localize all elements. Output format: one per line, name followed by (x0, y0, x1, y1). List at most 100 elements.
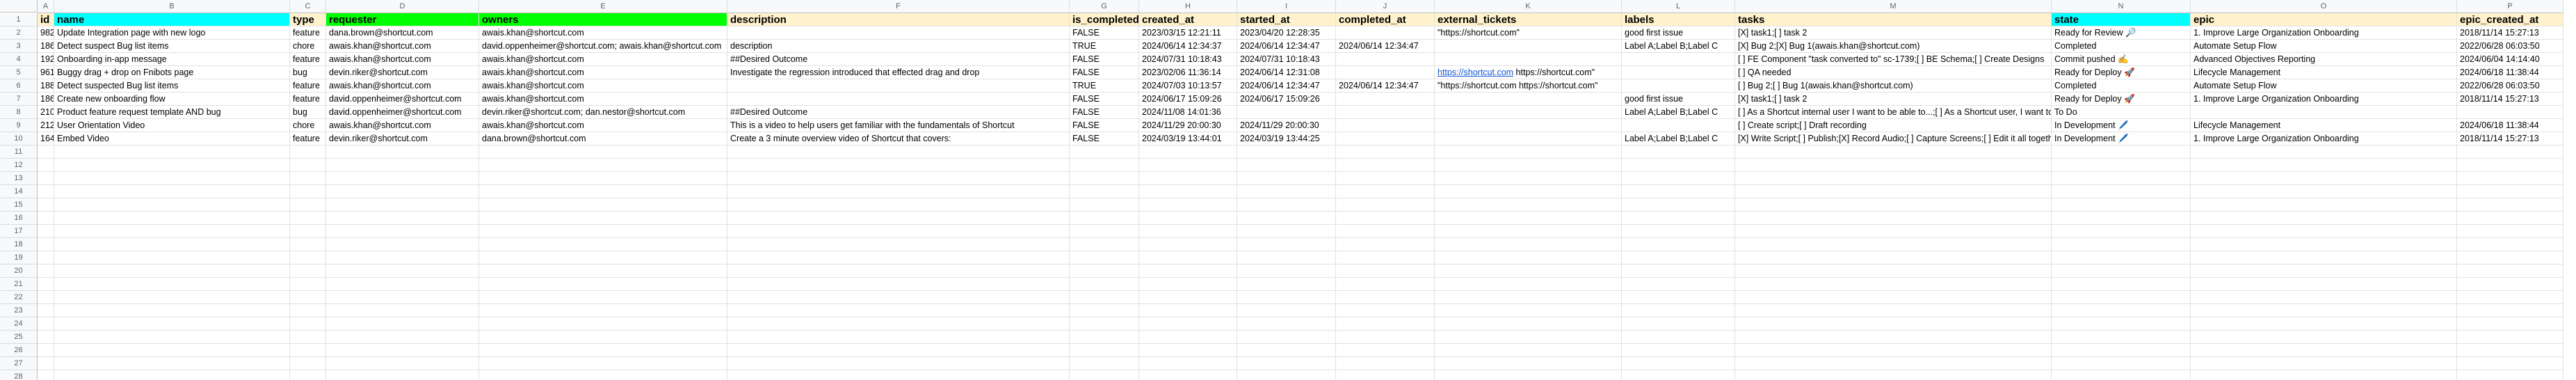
cell-labels[interactable] (1622, 291, 1735, 304)
column-header-f[interactable]: F (727, 0, 1070, 13)
row-number[interactable]: 2 (0, 26, 38, 40)
cell-labels[interactable] (1622, 317, 1735, 331)
cell-name[interactable]: Product feature request template AND bug (54, 106, 290, 119)
cell-state[interactable] (2052, 370, 2191, 380)
cell-requester[interactable] (326, 370, 479, 380)
cell-type[interactable] (290, 317, 326, 331)
cell-requester[interactable] (326, 278, 479, 291)
cell-type[interactable]: feature (290, 26, 326, 40)
cell-id[interactable] (38, 344, 54, 357)
row-number[interactable]: 12 (0, 159, 38, 172)
cell-created-at[interactable] (1139, 172, 1237, 185)
cell-created-at[interactable] (1139, 159, 1237, 172)
cell-created-at[interactable] (1139, 304, 1237, 317)
cell-requester[interactable] (326, 344, 479, 357)
row-number[interactable]: 20 (0, 264, 38, 278)
cell-name[interactable] (54, 251, 290, 264)
cell-external-tickets[interactable] (1435, 344, 1622, 357)
cell-epic-created-at[interactable] (2457, 172, 2563, 185)
cell-name[interactable] (54, 291, 290, 304)
row-number[interactable]: 14 (0, 185, 38, 198)
cell-completed-at[interactable] (1336, 93, 1435, 106)
cell-completed-at[interactable] (1336, 304, 1435, 317)
cell-name[interactable] (54, 344, 290, 357)
cell-created-at[interactable] (1139, 317, 1237, 331)
cell-external-tickets[interactable] (1435, 159, 1622, 172)
cell-is-completed[interactable] (1070, 264, 1139, 278)
cell-owners[interactable] (479, 344, 727, 357)
cell-description[interactable] (727, 344, 1070, 357)
cell-epic[interactable] (2191, 304, 2457, 317)
cell-description[interactable] (727, 93, 1070, 106)
cell-state[interactable] (2052, 212, 2191, 225)
column-header-n[interactable]: N (2052, 0, 2191, 13)
cell-tasks[interactable] (1735, 317, 2052, 331)
cell-tasks[interactable] (1735, 225, 2052, 238)
cell-owners[interactable] (479, 291, 727, 304)
cell-state[interactable] (2052, 159, 2191, 172)
row-number[interactable]: 17 (0, 225, 38, 238)
cell-epic-created-at[interactable]: 2022/06/28 06:03:50 (2457, 79, 2563, 93)
cell-external-tickets[interactable] (1435, 331, 1622, 344)
cell-description[interactable] (727, 278, 1070, 291)
cell-is-completed[interactable] (1070, 225, 1139, 238)
cell-id[interactable] (38, 198, 54, 212)
cell-name[interactable]: Detect suspect Bug list items (54, 40, 290, 53)
cell-labels[interactable]: Label A;Label B;Label C (1622, 132, 1735, 145)
cell-tasks[interactable]: [ ] FE Component "task converted to" sc-… (1735, 53, 2052, 66)
cell-owners[interactable] (479, 304, 727, 317)
cell-id[interactable]: 1926 (38, 53, 54, 66)
cell-epic-created-at[interactable]: 2018/11/14 15:27:13 (2457, 132, 2563, 145)
cell-external-tickets[interactable] (1435, 132, 1622, 145)
cell-epic-created-at[interactable] (2457, 264, 2563, 278)
cell-tasks[interactable] (1735, 238, 2052, 251)
cell-labels[interactable] (1622, 212, 1735, 225)
cell-is-completed[interactable]: TRUE (1070, 40, 1139, 53)
cell-external-tickets[interactable] (1435, 357, 1622, 370)
cell-requester[interactable] (326, 304, 479, 317)
cell-id[interactable] (38, 317, 54, 331)
cell-created-at[interactable] (1139, 212, 1237, 225)
cell-completed-at[interactable] (1336, 198, 1435, 212)
cell-description[interactable]: ##Desired Outcome (727, 106, 1070, 119)
cell-tasks[interactable] (1735, 304, 2052, 317)
cell-name[interactable] (54, 317, 290, 331)
cell-created-at[interactable] (1139, 331, 1237, 344)
cell-external-tickets[interactable] (1435, 278, 1622, 291)
cell-owners[interactable]: dana.brown@shortcut.com (479, 132, 727, 145)
cell-owners[interactable]: david.oppenheimer@shortcut.com; awais.kh… (479, 40, 727, 53)
cell-state[interactable] (2052, 331, 2191, 344)
column-header-e[interactable]: E (479, 0, 727, 13)
column-header-o[interactable]: O (2191, 0, 2457, 13)
cell-name[interactable] (54, 304, 290, 317)
header-cell-tasks[interactable]: tasks (1735, 13, 2052, 26)
cell-type[interactable] (290, 278, 326, 291)
cell-id[interactable]: 1886 (38, 79, 54, 93)
cell-completed-at[interactable] (1336, 251, 1435, 264)
cell-labels[interactable] (1622, 145, 1735, 159)
cell-started-at[interactable] (1237, 198, 1336, 212)
cell-tasks[interactable]: [ ] Create script;[ ] Draft recording (1735, 119, 2052, 132)
cell-type[interactable]: bug (290, 66, 326, 79)
cell-requester[interactable]: awais.khan@shortcut.com (326, 119, 479, 132)
cell-tasks[interactable] (1735, 264, 2052, 278)
row-number[interactable]: 9 (0, 119, 38, 132)
cell-is-completed[interactable] (1070, 172, 1139, 185)
cell-started-at[interactable]: 2024/07/31 10:18:43 (1237, 53, 1336, 66)
cell-external-tickets[interactable] (1435, 304, 1622, 317)
cell-epic[interactable]: Lifecycle Management (2191, 66, 2457, 79)
cell-started-at[interactable] (1237, 344, 1336, 357)
cell-is-completed[interactable] (1070, 357, 1139, 370)
cell-tasks[interactable] (1735, 370, 2052, 380)
cell-external-tickets[interactable] (1435, 106, 1622, 119)
cell-labels[interactable] (1622, 344, 1735, 357)
cell-created-at[interactable] (1139, 291, 1237, 304)
cell-requester[interactable]: awais.khan@shortcut.com (326, 79, 479, 93)
cell-epic-created-at[interactable] (2457, 106, 2563, 119)
header-cell-type[interactable]: type (290, 13, 326, 26)
cell-is-completed[interactable] (1070, 251, 1139, 264)
cell-state[interactable] (2052, 185, 2191, 198)
cell-epic-created-at[interactable] (2457, 357, 2563, 370)
cell-epic[interactable] (2191, 198, 2457, 212)
cell-epic[interactable] (2191, 370, 2457, 380)
